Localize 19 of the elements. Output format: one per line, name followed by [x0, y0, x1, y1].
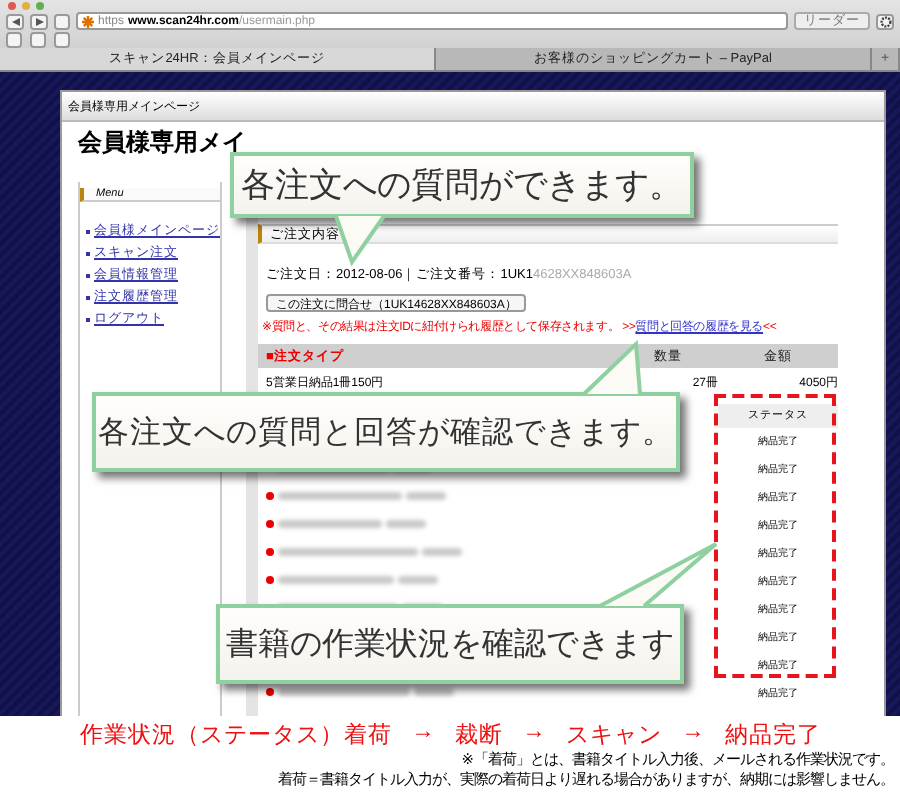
callout-bubble: 各注文への質問と回答が確認できます。: [92, 392, 680, 472]
forward-button[interactable]: [30, 13, 48, 30]
callout-tail: [582, 339, 642, 396]
star-icon: [82, 15, 94, 28]
flow-step: 作業状況（ステータス）着荷: [79, 720, 392, 750]
callout-tail: [599, 542, 718, 608]
flow-step: スキャン: [565, 720, 662, 750]
callout-tail: [334, 214, 386, 267]
flow-step: 納品完了: [724, 720, 821, 750]
arrow-text: →: [522, 720, 546, 748]
settings-button[interactable]: [876, 13, 894, 30]
arrow-text: →: [681, 720, 705, 748]
forward-icon: [35, 17, 43, 26]
back-button[interactable]: [6, 13, 24, 30]
arrow-text: →: [411, 720, 435, 748]
callout-bubble: 書籍の作業状況を確認できます: [216, 604, 684, 684]
flow-step: 裁断: [454, 720, 503, 750]
back-icon: [11, 17, 19, 26]
settings-icon: [879, 15, 891, 28]
